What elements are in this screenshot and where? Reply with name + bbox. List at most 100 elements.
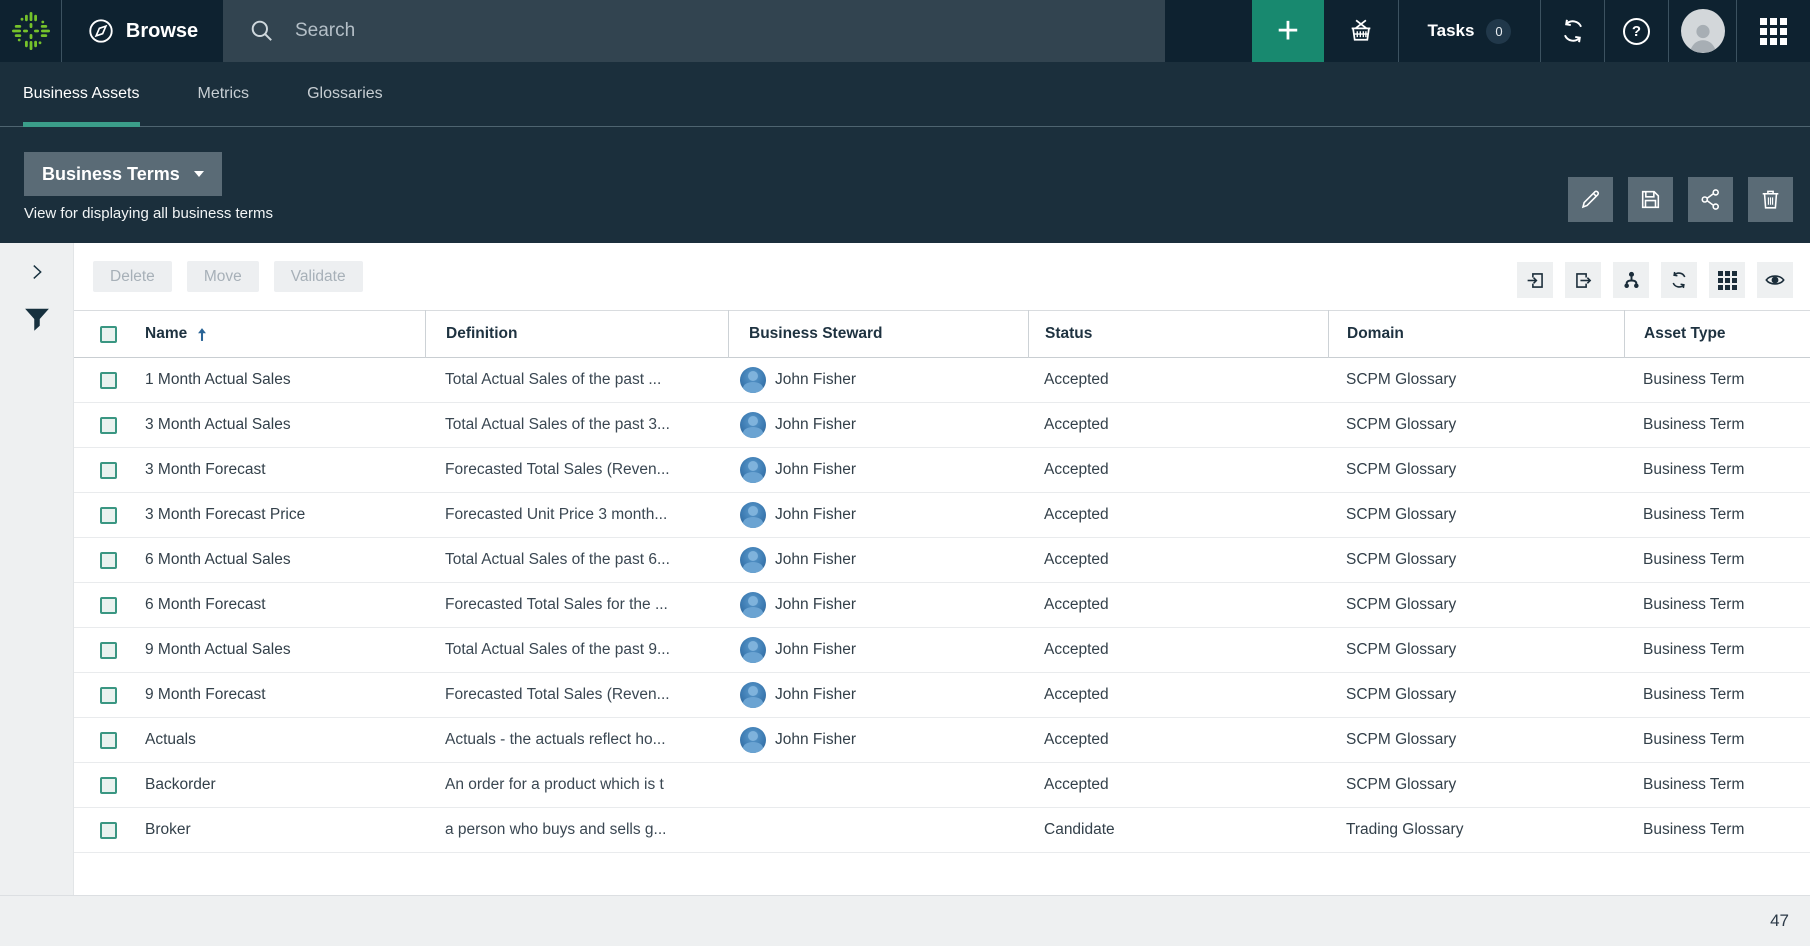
steward-name[interactable]: John Fisher bbox=[775, 416, 856, 434]
eye-icon bbox=[1764, 269, 1786, 291]
asset-definition: An order for a product which is t bbox=[425, 776, 728, 794]
asset-domain[interactable]: SCPM Glossary bbox=[1328, 551, 1624, 569]
asset-definition: Forecasted Total Sales for the ... bbox=[425, 596, 728, 614]
edit-view-button[interactable] bbox=[1568, 177, 1613, 222]
steward-name[interactable]: John Fisher bbox=[775, 596, 856, 614]
asset-name-link[interactable]: 3 Month Forecast bbox=[145, 461, 266, 479]
asset-domain[interactable]: SCPM Glossary bbox=[1328, 776, 1624, 794]
table-row[interactable]: 3 Month Forecast Forecasted Total Sales … bbox=[74, 448, 1810, 493]
table-row[interactable]: 6 Month Actual Sales Total Actual Sales … bbox=[74, 538, 1810, 583]
home-logo-button[interactable] bbox=[0, 0, 62, 62]
asset-type: Business Term bbox=[1624, 416, 1810, 434]
table-row[interactable]: 6 Month Forecast Forecasted Total Sales … bbox=[74, 583, 1810, 628]
export-button[interactable] bbox=[1565, 262, 1601, 298]
row-checkbox[interactable] bbox=[100, 462, 117, 479]
asset-name-link[interactable]: 9 Month Actual Sales bbox=[145, 641, 291, 659]
expand-panel-button[interactable] bbox=[26, 261, 48, 283]
column-header-domain[interactable]: Domain bbox=[1328, 310, 1624, 358]
steward-name[interactable]: John Fisher bbox=[775, 371, 856, 389]
column-header-status[interactable]: Status bbox=[1028, 310, 1328, 358]
row-checkbox[interactable] bbox=[100, 372, 117, 389]
row-checkbox[interactable] bbox=[100, 417, 117, 434]
create-asset-button[interactable]: + bbox=[1252, 0, 1324, 62]
apps-menu-button[interactable] bbox=[1736, 0, 1810, 62]
row-checkbox[interactable] bbox=[100, 732, 117, 749]
asset-domain[interactable]: SCPM Glossary bbox=[1328, 596, 1624, 614]
asset-domain[interactable]: SCPM Glossary bbox=[1328, 506, 1624, 524]
asset-name-link[interactable]: 6 Month Forecast bbox=[145, 596, 266, 614]
asset-name-link[interactable]: 9 Month Forecast bbox=[145, 686, 266, 704]
sub-header: Business Assets Metrics Glossaries Busin… bbox=[0, 62, 1810, 243]
topbar-right-controls: + Tasks 0 bbox=[1252, 0, 1810, 62]
asset-domain[interactable]: SCPM Glossary bbox=[1328, 686, 1624, 704]
asset-domain[interactable]: Trading Glossary bbox=[1328, 821, 1624, 839]
asset-name-link[interactable]: Backorder bbox=[145, 776, 216, 794]
asset-domain[interactable]: SCPM Glossary bbox=[1328, 416, 1624, 434]
user-menu-button[interactable] bbox=[1668, 0, 1736, 62]
steward-name[interactable]: John Fisher bbox=[775, 641, 856, 659]
column-header-asset-type[interactable]: Asset Type bbox=[1624, 310, 1810, 358]
steward-avatar bbox=[740, 502, 766, 528]
view-selector-dropdown[interactable]: Business Terms bbox=[24, 152, 222, 196]
asset-name-link[interactable]: 6 Month Actual Sales bbox=[145, 551, 291, 569]
row-checkbox[interactable] bbox=[100, 642, 117, 659]
steward-name[interactable]: John Fisher bbox=[775, 686, 856, 704]
columns-button[interactable] bbox=[1709, 262, 1745, 298]
tab-business-assets[interactable]: Business Assets bbox=[23, 62, 140, 127]
row-checkbox[interactable] bbox=[100, 822, 117, 839]
asset-domain[interactable]: SCPM Glossary bbox=[1328, 461, 1624, 479]
filter-icon[interactable] bbox=[22, 305, 52, 335]
tasks-button[interactable]: Tasks 0 bbox=[1398, 0, 1540, 62]
column-header-name[interactable]: Name bbox=[145, 325, 425, 343]
column-header-definition[interactable]: Definition bbox=[425, 310, 728, 358]
table-row[interactable]: Actuals Actuals - the actuals reflect ho… bbox=[74, 718, 1810, 763]
table-row[interactable]: 9 Month Actual Sales Total Actual Sales … bbox=[74, 628, 1810, 673]
table-row[interactable]: 9 Month Forecast Forecasted Total Sales … bbox=[74, 673, 1810, 718]
asset-name-link[interactable]: Broker bbox=[145, 821, 191, 839]
column-header-steward[interactable]: Business Steward bbox=[728, 310, 1028, 358]
move-button[interactable]: Move bbox=[187, 261, 259, 292]
table-row[interactable]: 3 Month Actual Sales Total Actual Sales … bbox=[74, 403, 1810, 448]
delete-button[interactable]: Delete bbox=[93, 261, 172, 292]
asset-name-link[interactable]: Actuals bbox=[145, 731, 196, 749]
sync-button[interactable] bbox=[1540, 0, 1604, 62]
help-icon: ? bbox=[1623, 18, 1650, 45]
delete-view-button[interactable] bbox=[1748, 177, 1793, 222]
asset-name-link[interactable]: 3 Month Forecast Price bbox=[145, 506, 305, 524]
steward-name[interactable]: John Fisher bbox=[775, 731, 856, 749]
asset-status: Accepted bbox=[1028, 371, 1328, 389]
browse-button[interactable]: Browse bbox=[62, 0, 223, 62]
validate-button[interactable]: Validate bbox=[274, 261, 363, 292]
steward-avatar bbox=[740, 592, 766, 618]
tab-glossaries[interactable]: Glossaries bbox=[307, 62, 383, 127]
asset-domain[interactable]: SCPM Glossary bbox=[1328, 641, 1624, 659]
asset-name-link[interactable]: 3 Month Actual Sales bbox=[145, 416, 291, 434]
row-checkbox[interactable] bbox=[100, 552, 117, 569]
row-checkbox[interactable] bbox=[100, 507, 117, 524]
asset-type: Business Term bbox=[1624, 776, 1810, 794]
save-view-button[interactable] bbox=[1628, 177, 1673, 222]
asset-domain[interactable]: SCPM Glossary bbox=[1328, 371, 1624, 389]
table-row[interactable]: Backorder An order for a product which i… bbox=[74, 763, 1810, 808]
select-all-checkbox[interactable] bbox=[100, 326, 117, 343]
preview-button[interactable] bbox=[1757, 262, 1793, 298]
import-button[interactable] bbox=[1517, 262, 1553, 298]
asset-name-link[interactable]: 1 Month Actual Sales bbox=[145, 371, 291, 389]
row-checkbox[interactable] bbox=[100, 597, 117, 614]
basket-button[interactable] bbox=[1324, 0, 1398, 62]
tab-metrics[interactable]: Metrics bbox=[198, 62, 250, 127]
help-button[interactable]: ? bbox=[1604, 0, 1668, 62]
steward-name[interactable]: John Fisher bbox=[775, 506, 856, 524]
table-row[interactable]: 3 Month Forecast Price Forecasted Unit P… bbox=[74, 493, 1810, 538]
search-input[interactable] bbox=[295, 20, 995, 42]
hierarchy-button[interactable] bbox=[1613, 262, 1649, 298]
table-row[interactable]: 1 Month Actual Sales Total Actual Sales … bbox=[74, 358, 1810, 403]
steward-name[interactable]: John Fisher bbox=[775, 461, 856, 479]
row-checkbox[interactable] bbox=[100, 687, 117, 704]
refresh-button[interactable] bbox=[1661, 262, 1697, 298]
share-view-button[interactable] bbox=[1688, 177, 1733, 222]
steward-name[interactable]: John Fisher bbox=[775, 551, 856, 569]
row-checkbox[interactable] bbox=[100, 777, 117, 794]
asset-domain[interactable]: SCPM Glossary bbox=[1328, 731, 1624, 749]
table-row[interactable]: Broker a person who buys and sells g... … bbox=[74, 808, 1810, 853]
